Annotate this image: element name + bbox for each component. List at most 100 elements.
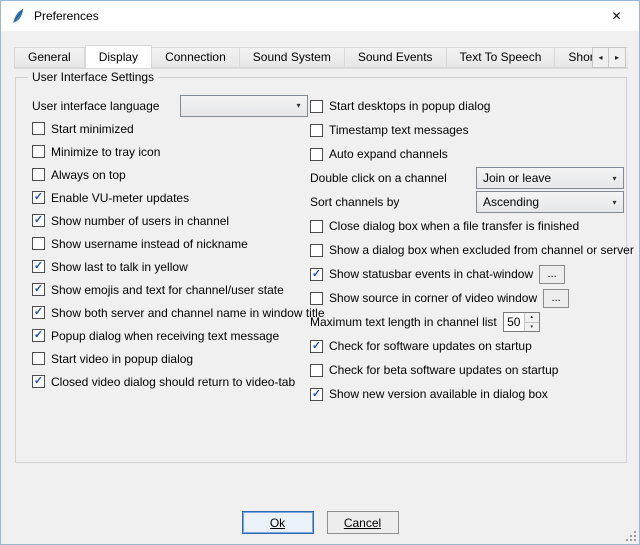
tab-scroll-buttons: ◂ ▸	[592, 47, 626, 68]
spin-down-icon[interactable]: ▾	[525, 323, 539, 332]
checkbox-label: Show number of users in channel	[51, 214, 229, 228]
checkbox-label: Check for beta software updates on start…	[329, 363, 558, 377]
checkbox-popup-on-text-message[interactable]: Popup dialog when receiving text message	[32, 324, 308, 347]
checkbox-vu-meter-updates[interactable]: Enable VU-meter updates	[32, 186, 308, 209]
cancel-button[interactable]: Cancel	[327, 511, 399, 534]
checkbox-label: Popup dialog when receiving text message	[51, 329, 279, 343]
checkbox-label: Check for software updates on startup	[329, 339, 532, 353]
checkbox-label: Minimize to tray icon	[51, 145, 160, 159]
checkbox-start-minimized[interactable]: Start minimized	[32, 117, 308, 140]
checkbox-auto-expand-channels[interactable]: Auto expand channels	[310, 142, 624, 166]
video-source-row: Show source in corner of video window ..…	[310, 286, 624, 310]
checkbox-show-new-version[interactable]: Show new version available in dialog box	[310, 382, 624, 406]
checkbox-label: Show new version available in dialog box	[329, 387, 548, 401]
checkbox-box	[32, 375, 45, 388]
checkbox-box	[32, 283, 45, 296]
video-source-more-button[interactable]: ...	[543, 289, 569, 308]
language-row: User interface language ▾	[32, 94, 308, 117]
checkbox-box	[310, 340, 323, 353]
spinner-buttons: ▴ ▾	[524, 313, 539, 331]
window-title: Preferences	[34, 9, 99, 23]
checkbox-start-video-popup[interactable]: Start video in popup dialog	[32, 347, 308, 370]
checkbox-label: Start desktops in popup dialog	[329, 99, 490, 113]
max-text-length-row: Maximum text length in channel list 50 ▴…	[310, 310, 624, 334]
checkbox-label: Start minimized	[51, 122, 134, 136]
sort-channels-row: Sort channels by Ascending ▾	[310, 190, 624, 214]
checkbox-label: Show statusbar events in chat-window	[329, 267, 533, 281]
language-select[interactable]: ▾	[180, 95, 308, 117]
sort-channels-select[interactable]: Ascending ▾	[476, 191, 624, 213]
checkbox-closed-video-return-tab[interactable]: Closed video dialog should return to vid…	[32, 370, 308, 393]
checkbox-start-desktops-popup[interactable]: Start desktops in popup dialog	[310, 94, 624, 118]
checkbox-timestamp-messages[interactable]: Timestamp text messages	[310, 118, 624, 142]
tab-text-to-speech[interactable]: Text To Speech	[447, 47, 556, 68]
checkbox-box	[32, 329, 45, 342]
checkbox-check-updates[interactable]: Check for software updates on startup	[310, 334, 624, 358]
checkbox-box	[32, 306, 45, 319]
titlebar[interactable]: Preferences ✕	[1, 1, 639, 31]
statusbar-events-more-button[interactable]: ...	[539, 265, 565, 284]
checkbox-box	[32, 145, 45, 158]
checkbox-statusbar-events[interactable]	[310, 268, 323, 281]
chevron-down-icon: ▾	[290, 101, 307, 110]
checkbox-box	[32, 352, 45, 365]
tab-connection[interactable]: Connection	[152, 47, 240, 68]
checkbox-label: Always on top	[51, 168, 126, 182]
tab-display[interactable]: Display	[85, 45, 152, 69]
language-label: User interface language	[32, 99, 159, 113]
left-column: User interface language ▾ Start minimize…	[32, 94, 308, 393]
checkbox-label: Close dialog box when a file transfer is…	[329, 219, 579, 233]
checkbox-label: Start video in popup dialog	[51, 352, 193, 366]
sort-channels-label: Sort channels by	[310, 195, 399, 209]
checkbox-box	[32, 260, 45, 273]
combo-value: Join or leave	[483, 171, 551, 185]
user-interface-settings-group: User Interface Settings User interface l…	[15, 77, 627, 463]
right-column: Start desktops in popup dialog Timestamp…	[310, 94, 624, 406]
checkbox-last-to-talk-yellow[interactable]: Show last to talk in yellow	[32, 255, 308, 278]
checkbox-label: Enable VU-meter updates	[51, 191, 189, 205]
tab-sound-system[interactable]: Sound System	[240, 47, 345, 68]
checkbox-show-username[interactable]: Show username instead of nickname	[32, 232, 308, 255]
checkbox-minimize-to-tray[interactable]: Minimize to tray icon	[32, 140, 308, 163]
double-click-label: Double click on a channel	[310, 171, 447, 185]
chevron-down-icon: ▾	[606, 174, 623, 183]
tab-scroll-right-icon[interactable]: ▸	[609, 47, 626, 68]
checkbox-label: Auto expand channels	[329, 147, 448, 161]
checkbox-dialog-on-exclude[interactable]: Show a dialog box when excluded from cha…	[310, 238, 624, 262]
checkbox-label: Show source in corner of video window	[329, 291, 537, 305]
ok-button[interactable]: Ok	[242, 511, 314, 534]
checkbox-label: Show both server and channel name in win…	[51, 306, 325, 320]
checkbox-label: Show username instead of nickname	[51, 237, 248, 251]
checkbox-video-source-corner[interactable]	[310, 292, 323, 305]
checkbox-server-channel-in-title[interactable]: Show both server and channel name in win…	[32, 301, 308, 324]
double-click-select[interactable]: Join or leave ▾	[476, 167, 624, 189]
checkbox-box	[310, 220, 323, 233]
combo-value: Ascending	[483, 195, 539, 209]
group-title: User Interface Settings	[28, 70, 158, 84]
checkbox-show-user-count[interactable]: Show number of users in channel	[32, 209, 308, 232]
tab-general[interactable]: General	[14, 47, 85, 68]
double-click-row: Double click on a channel Join or leave …	[310, 166, 624, 190]
checkbox-close-on-file-transfer[interactable]: Close dialog box when a file transfer is…	[310, 214, 624, 238]
checkbox-box	[310, 124, 323, 137]
max-text-length-spinner[interactable]: 50 ▴ ▾	[503, 312, 540, 332]
spin-up-icon[interactable]: ▴	[525, 313, 539, 323]
tab-strip: General Display Connection Sound System …	[14, 44, 628, 69]
tab-sound-events[interactable]: Sound Events	[345, 47, 447, 68]
checkbox-check-beta-updates[interactable]: Check for beta software updates on start…	[310, 358, 624, 382]
close-button[interactable]: ✕	[594, 1, 639, 31]
resize-grip[interactable]	[624, 529, 636, 541]
checkbox-label: Show last to talk in yellow	[51, 260, 188, 274]
checkbox-box	[310, 244, 323, 257]
checkbox-always-on-top[interactable]: Always on top	[32, 163, 308, 186]
preferences-dialog: Preferences ✕ General Display Connection…	[0, 0, 640, 545]
checkbox-show-emojis[interactable]: Show emojis and text for channel/user st…	[32, 278, 308, 301]
checkbox-label: Show emojis and text for channel/user st…	[51, 283, 284, 297]
statusbar-events-row: Show statusbar events in chat-window ...	[310, 262, 624, 286]
tab-scroll-left-icon[interactable]: ◂	[592, 47, 609, 68]
dialog-footer: Ok Cancel	[1, 511, 639, 534]
checkbox-box	[32, 122, 45, 135]
checkbox-box	[310, 148, 323, 161]
checkbox-box	[32, 237, 45, 250]
checkbox-box	[310, 388, 323, 401]
